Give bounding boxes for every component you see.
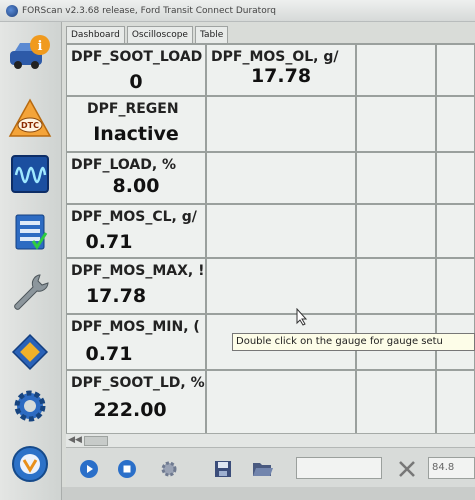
gauge-value: 0.71 [85, 343, 133, 365]
gauge-label: DPF_MOS_MIN, ( [71, 319, 200, 335]
empty-gauge-slot[interactable] [356, 44, 436, 96]
gauge-dpf-regen[interactable]: DPF_REGEN Inactive [66, 96, 206, 152]
open-button[interactable] [252, 458, 274, 480]
tab-oscilloscope[interactable]: Oscilloscope [126, 26, 193, 44]
empty-gauge-slot[interactable] [436, 152, 475, 204]
play-button[interactable] [78, 458, 100, 480]
record-name-field[interactable] [296, 457, 382, 479]
horizontal-scrollbar[interactable]: ◀◀ [66, 433, 475, 447]
gauge-label: DPF_MOS_MAX, ! [71, 263, 205, 279]
empty-gauge-slot[interactable] [206, 370, 356, 434]
settings-button[interactable] [6, 382, 54, 430]
gauge-dpf-soot-load[interactable]: DPF_SOOT_LOAD 0 [66, 44, 206, 96]
empty-gauge-slot[interactable] [436, 258, 475, 314]
help-icon [12, 446, 48, 482]
empty-gauge-slot[interactable] [356, 96, 436, 152]
svg-text:i: i [38, 39, 43, 54]
dtc-button[interactable]: DTC [6, 94, 54, 142]
gauge-label: DPF_MOS_OL, g/ [211, 49, 339, 65]
empty-gauge-slot[interactable] [206, 204, 356, 258]
gauge-dpf-mos-cl[interactable]: DPF_MOS_CL, g/ 0.71 [66, 204, 206, 258]
vehicle-info-button[interactable]: i [6, 30, 54, 78]
sample-rate-field[interactable]: 84.8 [428, 457, 475, 479]
gauge-label: DPF_SOOT_LOAD [71, 49, 203, 65]
empty-gauge-slot[interactable] [206, 96, 356, 152]
empty-gauge-slot[interactable] [436, 370, 475, 434]
dtc-icon: DTC [8, 98, 52, 137]
play-icon [80, 460, 98, 478]
tab-table[interactable]: Table [194, 26, 229, 44]
gauge-value: 0.71 [85, 231, 133, 253]
gauge-label: DPF_LOAD, % [71, 157, 177, 173]
save-icon [215, 461, 231, 477]
sidebar: i DTC [0, 22, 62, 500]
help-button[interactable] [6, 440, 54, 488]
oscilloscope-button[interactable] [6, 150, 54, 198]
gauge-settings-button[interactable] [158, 458, 180, 480]
gauge-value: Inactive [93, 123, 179, 145]
bottom-toolbar: 84.8 [66, 447, 475, 487]
empty-gauge-slot[interactable] [206, 258, 356, 314]
empty-gauge-slot[interactable] [356, 370, 436, 434]
empty-gauge-slot[interactable] [206, 152, 356, 204]
gauge-label: DPF_SOOT_LD, % [71, 375, 205, 391]
car-info-icon: i [10, 35, 50, 69]
gauge-value: 222.00 [93, 399, 167, 421]
scroll-left-icon[interactable]: ◀◀ [68, 435, 82, 447]
empty-gauge-slot[interactable] [436, 204, 475, 258]
empty-gauge-slot[interactable] [356, 152, 436, 204]
gear-icon [161, 461, 177, 477]
title-bar: FORScan v2.3.68 release, Ford Transit Co… [0, 0, 475, 22]
gauge-value: 8.00 [112, 175, 160, 197]
gauge-dpf-mos-min[interactable]: DPF_MOS_MIN, ( 0.71 [66, 314, 206, 370]
mouse-cursor-icon [296, 308, 308, 326]
gauge-label: DPF_MOS_CL, g/ [71, 209, 197, 225]
svg-text:DTC: DTC [21, 121, 39, 130]
window-title: FORScan v2.3.68 release, Ford Transit Co… [22, 5, 276, 16]
tab-dashboard[interactable]: Dashboard [66, 26, 125, 44]
empty-gauge-slot[interactable] [356, 258, 436, 314]
status-bar [62, 487, 475, 500]
gauge-dpf-mos-ol[interactable]: DPF_MOS_OL, g/ 17.78 [206, 44, 356, 96]
tab-strip: Dashboard Oscilloscope Table [66, 26, 229, 44]
save-button[interactable] [212, 458, 234, 480]
dashboard-grid: DPF_SOOT_LOAD 0 DPF_MOS_OL, g/ 17.78 DPF… [66, 43, 475, 434]
oscilloscope-icon [11, 155, 49, 193]
gear-icon [14, 390, 46, 422]
clear-button[interactable] [396, 458, 418, 480]
gauge-dpf-load[interactable]: DPF_LOAD, % 8.00 [66, 152, 206, 204]
gauge-value: 17.78 [250, 65, 312, 87]
empty-gauge-slot[interactable] [436, 44, 475, 96]
gauge-label: DPF_REGEN [87, 101, 179, 117]
stop-icon [118, 460, 136, 478]
close-icon [399, 461, 415, 477]
empty-gauge-slot[interactable] [356, 204, 436, 258]
gauge-dpf-mos-max[interactable]: DPF_MOS_MAX, ! 17.78 [66, 258, 206, 314]
empty-gauge-slot[interactable] [436, 96, 475, 152]
scrollbar-thumb[interactable] [84, 436, 108, 446]
gauge-dpf-soot-ld[interactable]: DPF_SOOT_LD, % 222.00 [66, 370, 206, 434]
gauge-tooltip: Double click on the gauge for gauge setu [232, 333, 475, 351]
gauge-value: 17.78 [85, 285, 147, 307]
gauge-value: 0 [129, 71, 143, 93]
stop-button[interactable] [116, 458, 138, 480]
folder-open-icon [253, 463, 273, 476]
app-icon [6, 4, 18, 17]
